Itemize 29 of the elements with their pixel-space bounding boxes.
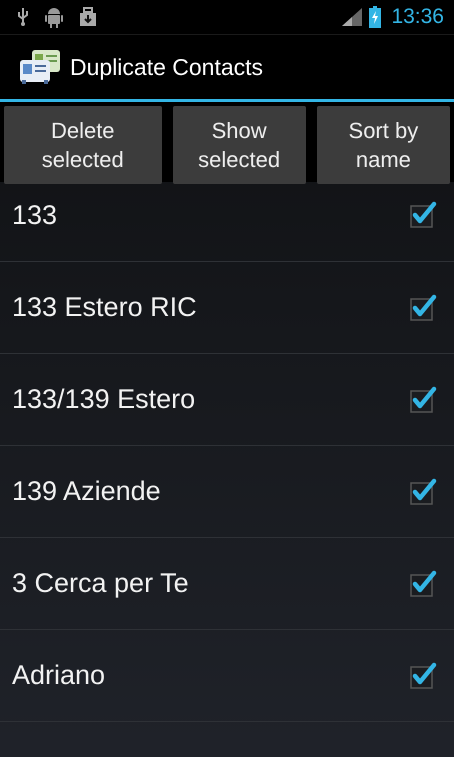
checked-checkbox[interactable] — [408, 292, 438, 322]
battery-icon — [369, 6, 382, 28]
contact-name: 133 — [12, 200, 58, 231]
status-time: 13:36 — [391, 5, 444, 29]
contact-row[interactable]: 3 Cerca per Te — [0, 538, 454, 630]
checked-checkbox[interactable] — [408, 384, 438, 414]
contact-row[interactable]: Adriano — [0, 630, 454, 722]
action-button[interactable]: Show selected — [172, 106, 306, 184]
checked-checkbox[interactable] — [408, 200, 438, 230]
contact-name: 133/139 Estero — [12, 384, 196, 415]
signal-icon — [341, 7, 364, 27]
contact-name: Adriano — [12, 660, 106, 691]
contact-row[interactable]: 133 — [0, 182, 454, 262]
contact-row[interactable]: 133 Estero RIC — [0, 262, 454, 354]
contact-row[interactable]: 133/139 Estero — [0, 354, 454, 446]
action-button[interactable]: Delete selected — [4, 106, 162, 184]
contact-row[interactable]: 139 Aziende — [0, 446, 454, 538]
android-icon — [44, 6, 64, 28]
download-icon — [78, 7, 98, 27]
app-title: Duplicate Contacts — [70, 54, 264, 80]
action-button[interactable]: Sort by name — [316, 106, 450, 184]
checked-checkbox[interactable] — [408, 476, 438, 506]
contact-name: 133 Estero RIC — [12, 292, 197, 323]
contact-name: 139 Aziende — [12, 476, 161, 507]
usb-icon — [16, 7, 30, 27]
contact-cards-icon — [18, 48, 62, 86]
checked-checkbox[interactable] — [408, 660, 438, 690]
checked-checkbox[interactable] — [408, 568, 438, 598]
contact-name: 3 Cerca per Te — [12, 568, 189, 599]
